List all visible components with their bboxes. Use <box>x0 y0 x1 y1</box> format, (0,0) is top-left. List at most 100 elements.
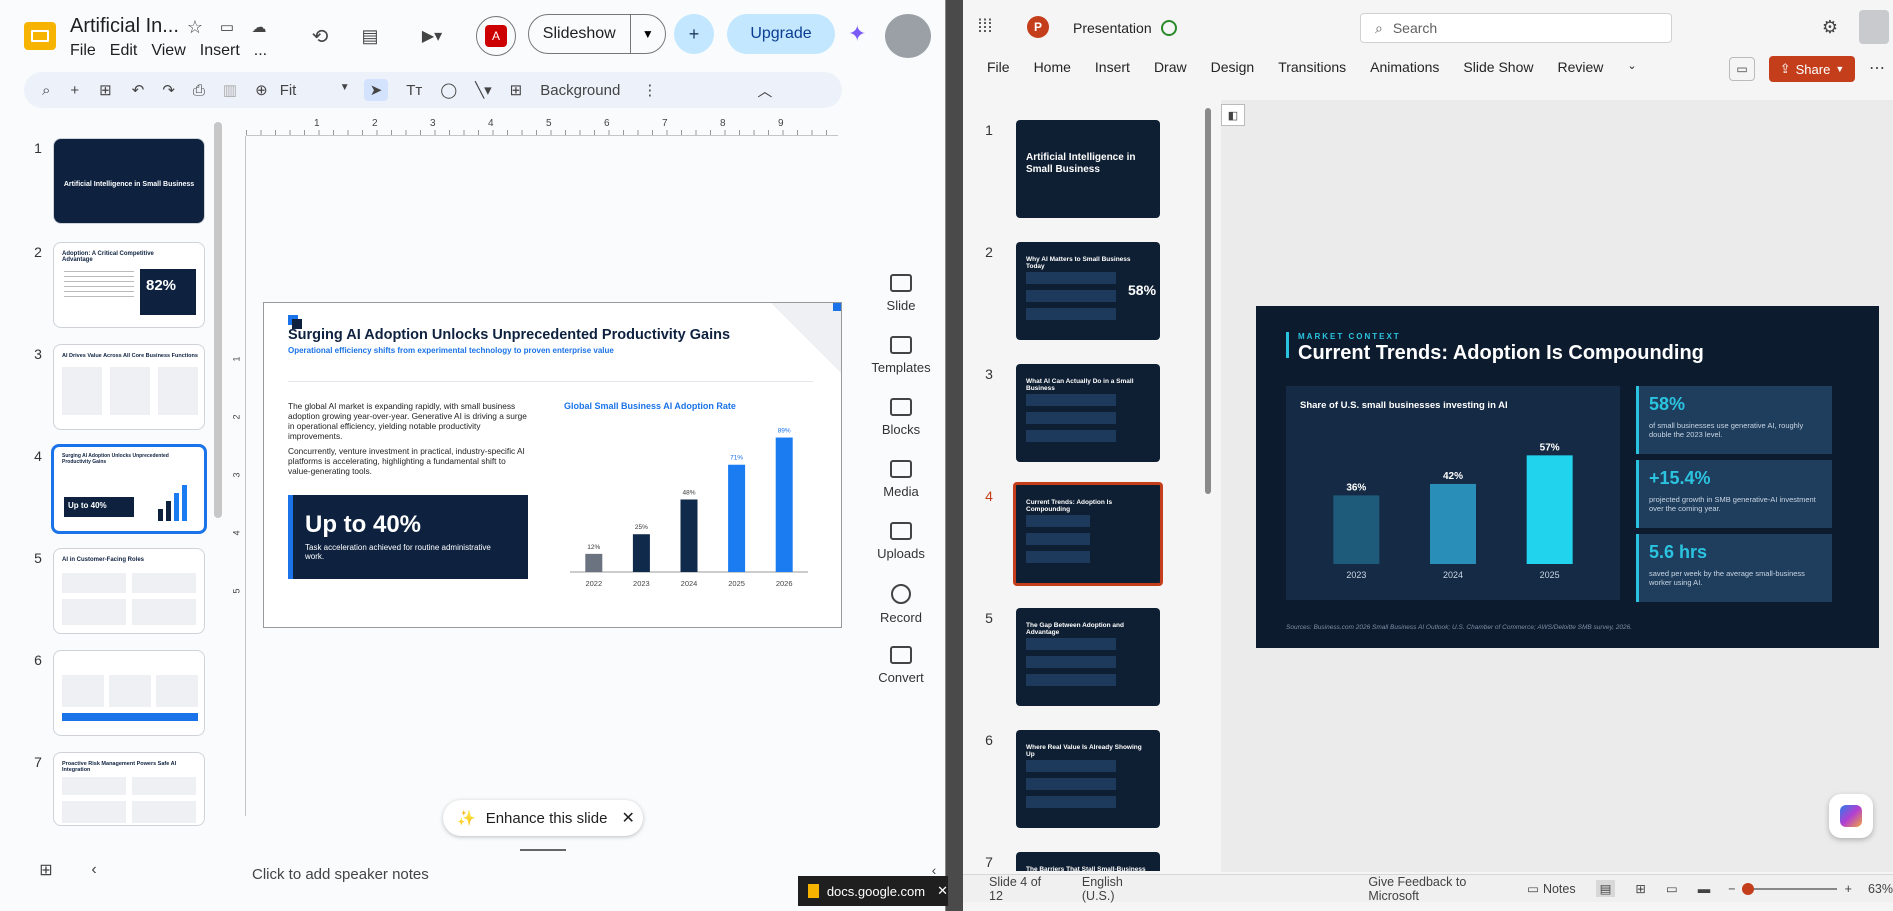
tab-file[interactable]: File <box>987 59 1010 75</box>
version-history-icon[interactable]: ⟲ <box>306 22 334 50</box>
close-icon[interactable]: ✕ <box>937 883 948 899</box>
notes-resize-handle[interactable] <box>520 849 566 851</box>
grid-view-icon[interactable]: ⊞ <box>36 860 56 880</box>
line-icon[interactable]: ╲▾ <box>475 81 492 99</box>
slide-thumbnail-6[interactable] <box>53 650 205 736</box>
settings-icon[interactable]: ⚙ <box>1819 16 1841 38</box>
slideshow-dropdown-icon[interactable]: ▼ <box>629 14 665 54</box>
tab-home[interactable]: Home <box>1034 59 1071 75</box>
tool-uploads[interactable]: Uploads <box>868 522 934 584</box>
meet-icon[interactable]: ▶▾ <box>412 22 452 50</box>
share-people-button[interactable]: + <box>674 14 714 54</box>
more-icon[interactable]: ⋯ <box>1867 58 1887 78</box>
feedback-link[interactable]: Give Feedback to Microsoft <box>1368 875 1519 903</box>
notes-button[interactable]: Notes <box>1543 882 1576 896</box>
slide-thumbnail-6[interactable]: Where Real Value Is Already Showing Up <box>1016 730 1160 828</box>
app-title[interactable]: Presentation <box>1073 20 1152 36</box>
filmstrip-scrollbar[interactable] <box>214 122 222 518</box>
print-icon[interactable]: ⎙ <box>193 82 205 99</box>
tab-slide-show[interactable]: Slide Show <box>1463 59 1533 75</box>
gemini-icon[interactable]: ✦ <box>848 22 872 46</box>
slide-thumbnail-2[interactable]: Why AI Matters to Small Business Today 58… <box>1016 242 1160 340</box>
avatar[interactable] <box>885 14 931 58</box>
tool-convert[interactable]: Convert <box>868 646 934 708</box>
new-slide-layout-icon[interactable]: ⊞ <box>99 81 112 99</box>
zoom-icon[interactable]: ⊕ <box>255 81 268 99</box>
more-options-icon[interactable]: ⋮ <box>642 81 657 99</box>
tab-insert[interactable]: Insert <box>1095 59 1130 75</box>
menu-view[interactable]: View <box>151 42 185 60</box>
star-icon[interactable]: ☆ <box>184 16 206 38</box>
powerpoint-logo[interactable]: P <box>1027 16 1049 38</box>
slide-thumbnail-7[interactable]: The Barriers That Stall Small-Business A… <box>1016 852 1160 871</box>
tab-design[interactable]: Design <box>1211 59 1255 75</box>
menu-file[interactable]: File <box>70 42 96 60</box>
chevron-down-icon[interactable]: ⌄ <box>1627 59 1636 75</box>
tool-templates[interactable]: Templates <box>868 336 934 398</box>
slide-thumbnail-5[interactable]: The Gap Between Adoption and Advantage <box>1016 608 1160 706</box>
speaker-notes[interactable]: Click to add speaker notes <box>252 866 429 883</box>
zoom-slider[interactable] <box>1741 882 1837 895</box>
slide-thumbnail-2[interactable]: Adoption: A Critical Competitive Advanta… <box>53 242 205 328</box>
redo-icon[interactable]: ↷ <box>162 81 175 99</box>
enhance-slide-chip[interactable]: ✨ Enhance this slide ✕ <box>443 800 643 836</box>
search-box[interactable]: ⌕ Search <box>1360 13 1672 43</box>
slide-thumbnail-3[interactable]: AI Drives Value Across All Core Business… <box>53 344 205 430</box>
expand-icon[interactable]: ‹ <box>924 860 944 880</box>
comments-icon[interactable]: ▭ <box>1729 57 1755 81</box>
menu-more[interactable]: ... <box>254 42 267 60</box>
menu-edit[interactable]: Edit <box>110 42 138 60</box>
download-chip[interactable]: docs.google.com ✕ <box>798 876 948 906</box>
copilot-button[interactable] <box>1829 794 1873 838</box>
move-folder-icon[interactable]: ▭ <box>216 16 238 38</box>
slide-thumbnail-7[interactable]: Proactive Risk Management Powers Safe AI… <box>53 752 205 826</box>
slideshow-button[interactable]: Slideshow ▼ <box>528 14 666 54</box>
search-menus-icon[interactable]: ⌕ <box>42 82 50 99</box>
collapse-toolbar-icon[interactable]: ︿ <box>757 80 772 101</box>
add-comment-icon[interactable]: ⊞ <box>510 81 523 99</box>
tool-slide[interactable]: Slide <box>868 274 934 336</box>
slide-thumbnail-4[interactable]: Surging AI Adoption Unlocks Unprecedente… <box>51 444 207 534</box>
tool-blocks[interactable]: Blocks <box>868 398 934 460</box>
paint-format-icon[interactable]: ▥ <box>223 81 237 99</box>
comment-icon[interactable]: ▤ <box>356 22 384 50</box>
new-slide-icon[interactable]: + <box>70 82 79 99</box>
select-tool-icon[interactable]: ➤ <box>363 79 389 101</box>
slide-thumbnail-3[interactable]: What AI Can Actually Do in a Small Busin… <box>1016 364 1160 462</box>
upgrade-button[interactable]: Upgrade <box>727 14 835 54</box>
menu-insert[interactable]: Insert <box>200 42 240 60</box>
pdf-button[interactable]: A <box>476 16 516 56</box>
language[interactable]: English (U.S.) <box>1082 875 1158 903</box>
slide-thumbnail-1[interactable]: Artificial Intelligence in Small Busines… <box>1016 120 1160 218</box>
slide-canvas[interactable]: Surging AI Adoption Unlocks Unprecedente… <box>263 302 842 628</box>
tab-animations[interactable]: Animations <box>1370 59 1439 75</box>
shape-icon[interactable]: ◯ <box>440 81 457 99</box>
toggle-pane-icon[interactable]: ◧ <box>1221 104 1245 126</box>
slide-thumbnail-5[interactable]: AI in Customer-Facing Roles <box>53 548 205 634</box>
slideshow-view-icon[interactable]: ▬ <box>1698 882 1711 896</box>
zoom-level[interactable]: 63% <box>1868 882 1893 896</box>
normal-view-icon[interactable]: ▤ <box>1595 880 1616 897</box>
slide-thumbnail-1[interactable]: Artificial Intelligence in Small Busines… <box>53 138 205 224</box>
ppt-slide-canvas[interactable]: MARKET CONTEXT Current Trends: Adoption … <box>1256 306 1879 648</box>
zoom-thumb[interactable] <box>1741 882 1754 895</box>
background-button[interactable]: Background <box>540 82 620 99</box>
reading-view-icon[interactable]: ▭ <box>1666 881 1678 896</box>
share-button[interactable]: ⇪ Share ▼ <box>1769 56 1855 82</box>
tab-transitions[interactable]: Transitions <box>1278 59 1346 75</box>
close-icon[interactable]: ✕ <box>621 808 634 828</box>
zoom-out-icon[interactable]: − <box>1728 882 1735 896</box>
tool-record[interactable]: Record <box>868 584 934 646</box>
doc-title[interactable]: Artificial In... <box>70 15 179 38</box>
slide-thumbnail-4[interactable]: Current Trends: Adoption Is Compounding <box>1013 482 1163 586</box>
zoom-in-icon[interactable]: + <box>1845 882 1852 896</box>
zoom-select[interactable]: Fit ▼ <box>280 82 350 99</box>
text-box-icon[interactable]: Tт <box>406 82 422 99</box>
avatar[interactable] <box>1859 10 1889 44</box>
undo-icon[interactable]: ↶ <box>132 81 145 99</box>
tab-review[interactable]: Review <box>1557 59 1603 75</box>
collapse-panel-icon[interactable]: ‹ <box>84 860 104 880</box>
app-launcher-icon[interactable]: ⁞⁞⁞ <box>973 14 997 38</box>
slide-sorter-icon[interactable]: ⊞ <box>1635 881 1645 896</box>
tab-draw[interactable]: Draw <box>1154 59 1187 75</box>
